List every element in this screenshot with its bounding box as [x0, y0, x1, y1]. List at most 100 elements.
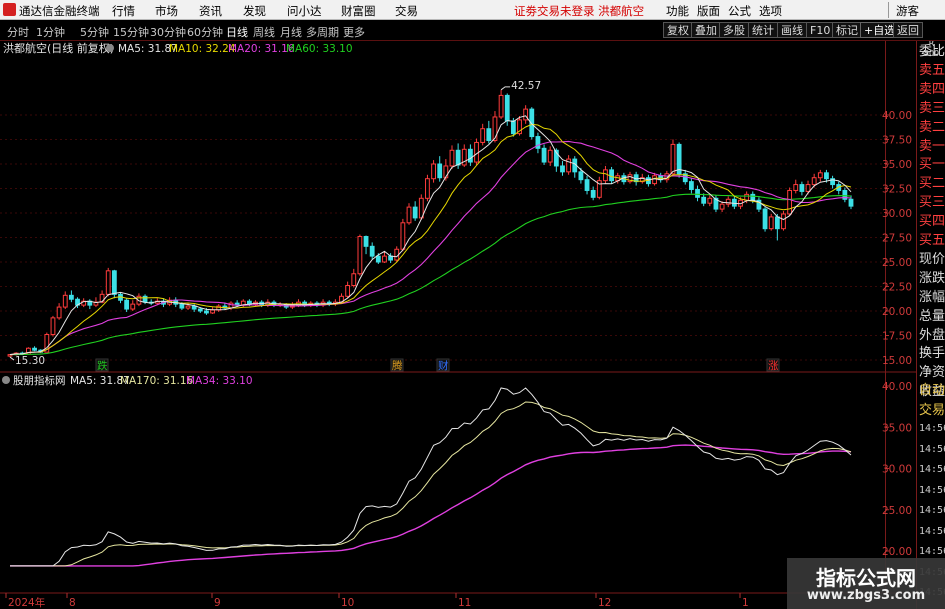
candle-body [431, 163, 436, 180]
quote-label-bid1: 买一 [919, 157, 945, 173]
date-tick-label: 1 [742, 597, 749, 609]
kline-chart[interactable]: 40.00 37.50 35.00 32.50 30.00 27.50 25.00 22.50… [0, 0, 945, 609]
sub-legend: 股朋指标网 MA5: 31.87 MA170: 31.16 MA34: 33.1… [2, 374, 253, 387]
candle-body [437, 163, 443, 179]
candle-body [191, 305, 197, 310]
candle-body [351, 273, 357, 287]
candle-body [412, 206, 418, 219]
candle-body [560, 165, 565, 173]
candle-body [400, 222, 406, 250]
event-marker: 腾 [392, 359, 403, 372]
candle-body [799, 184, 805, 192]
quote-label-auto-trade-2[interactable]: 交易 [919, 404, 945, 418]
quote-label-net-assets: 净资 [919, 365, 945, 381]
candle-body [774, 216, 780, 230]
candle-body [848, 198, 854, 207]
candle-body [124, 299, 130, 310]
event-marker: 财 [438, 359, 449, 372]
high-price-label: 42.57 [511, 80, 541, 92]
candle-body [578, 171, 584, 181]
candle-body [185, 305, 191, 309]
candle-body [695, 188, 700, 198]
quote-label-turnover: 换手 [919, 346, 945, 362]
main-legend: 洪都航空(日线 前复权) MA5: 31.87 MA10: 32.24 MA20… [3, 41, 353, 55]
candle-body [817, 172, 823, 179]
event-marker: 涨 [768, 360, 779, 372]
candle-body [719, 203, 725, 210]
candle-body [210, 309, 215, 314]
legend-ma60: MA60: 33.10 [286, 43, 353, 55]
sub-legend-ma34: MA34: 33.10 [186, 375, 253, 387]
quote-label-last-price: 现价 [919, 251, 945, 267]
candle-body [725, 198, 731, 205]
low-price-label: 15.30 [15, 355, 45, 367]
candle-body [609, 169, 614, 182]
candle-body [787, 189, 793, 215]
quote-panel: R 500 委比 卖五 卖四 卖三 卖二 卖一 买一 买二 买三 买四 买五 现价 涨跌 涨幅 总量 外盘 换手… [916, 41, 945, 609]
sub-indicator-name[interactable]: 股朋指标网 [13, 374, 66, 387]
candle-body [179, 303, 185, 309]
price-tick-label: 40.00 [882, 110, 912, 122]
quote-label-bid4: 买四 [919, 214, 945, 230]
candle-body [467, 148, 473, 163]
watermark-title: 指标公式网 [816, 566, 916, 590]
candle-body [510, 120, 516, 135]
candle-body [590, 189, 596, 198]
candle-body [375, 255, 381, 263]
date-tick-label: 11 [458, 597, 471, 609]
price-tick-label: 25.00 [882, 257, 912, 269]
quote-label-commission-ratio: 委比 [919, 44, 945, 59]
candle-body [142, 295, 148, 303]
candle-body [480, 128, 486, 143]
candle-body [547, 149, 553, 163]
sub-tick-label: 30.00 [882, 464, 912, 476]
candle-body [504, 94, 510, 122]
date-tick-label: 10 [341, 597, 354, 609]
watermark-url: www.zbgs3.com [806, 588, 926, 603]
candle-body [68, 294, 74, 300]
event-marker: 跌 [97, 359, 108, 372]
candle-body [707, 197, 713, 204]
candle-body [603, 169, 608, 182]
tick-time-label: 14:56 [919, 443, 945, 455]
quote-label-auto-trade-1[interactable]: 自动 [919, 384, 945, 398]
candle-body [652, 175, 657, 185]
candle-body [793, 184, 799, 191]
quote-label-change-pct: 涨幅 [919, 289, 945, 305]
date-tick-label: 8 [69, 597, 76, 609]
legend-toggle-icon[interactable] [106, 44, 114, 52]
quote-label-ask5: 卖五 [919, 62, 945, 78]
price-tick-label: 22.50 [882, 282, 912, 294]
candle-body [369, 245, 375, 257]
site-watermark: 指标公式网 www.zbgs3.com [787, 558, 945, 609]
date-tick-label: 12 [598, 597, 611, 609]
candle-body [824, 172, 829, 180]
candle-body [762, 208, 768, 230]
candle-body [805, 184, 811, 192]
candle-body [425, 178, 430, 199]
candle-body [32, 347, 37, 351]
candle-body [731, 198, 737, 207]
candle-body [130, 303, 136, 310]
date-tick-label: 9 [214, 597, 221, 609]
legend-ma10: MA10: 32.24 [169, 43, 236, 55]
quote-label-outer-volume: 外盘 [919, 327, 945, 343]
legend-ma20: MA20: 31.16 [228, 43, 295, 55]
candle-body [811, 177, 817, 186]
sub-tick-label: 20.00 [882, 546, 912, 558]
stock-title[interactable]: 洪都航空(日线 前复权) [3, 41, 114, 55]
sub-legend-toggle-icon[interactable] [2, 376, 10, 384]
price-tick-label: 15.00 [882, 355, 912, 367]
candle-body [406, 206, 412, 224]
chart-background [0, 41, 916, 609]
sub-legend-ma170: MA170: 31.16 [120, 375, 194, 387]
sub-tick-label: 25.00 [882, 505, 912, 517]
quote-label-bid3: 买三 [919, 195, 945, 211]
candle-body [357, 236, 363, 275]
tick-time-label: 14:56 [919, 505, 945, 516]
candle-body [688, 181, 694, 190]
sub-tick-label: 35.00 [882, 422, 912, 434]
candle-body [111, 270, 117, 295]
candle-body [363, 236, 369, 247]
candle-body [584, 179, 590, 191]
